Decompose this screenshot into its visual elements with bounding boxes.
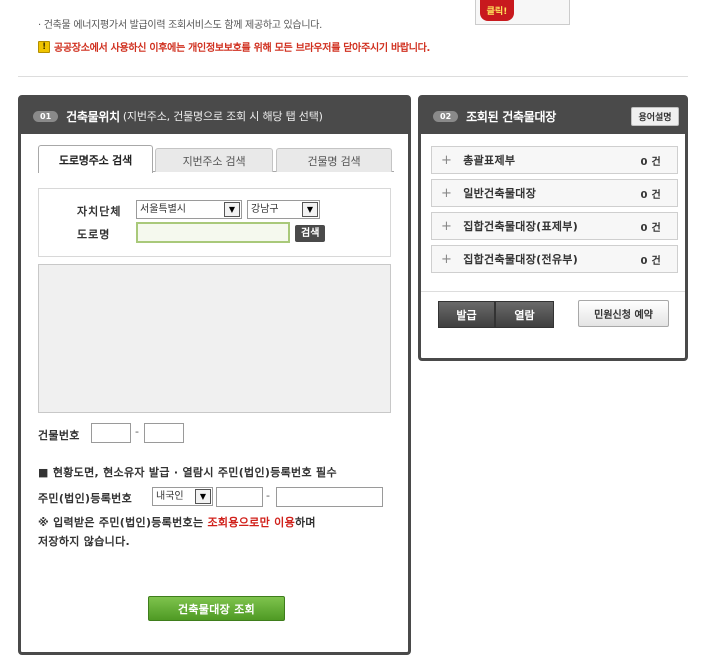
building-registry-lookup-button[interactable]: 건축물대장 조회: [148, 596, 285, 621]
panel-title: 건축물위치: [66, 109, 120, 124]
id-disclaimer: ※ 입력받은 주민(법인)등록번호는 조회용으로만 이용하며: [38, 513, 316, 533]
step-number: 01: [33, 110, 59, 122]
energy-notice: · 건축물 에너지평가서 발급이력 조회서비스도 함께 제공하고 있습니다.: [38, 20, 323, 31]
plus-icon: +: [441, 185, 453, 201]
tab-lot-address[interactable]: 지번주소 검색: [155, 148, 273, 172]
action-bar: 발급 열람 민원신청 예약: [421, 291, 685, 339]
registry-result-panel: 02 조회된 건축물대장 용어설명 + 총괄표제부 0 건 + 일반건축물대장 …: [418, 95, 688, 361]
id-front-input[interactable]: [216, 487, 263, 507]
building-location-panel: 01 건축물위치 (지번주소, 건물명으로 조회 시 해당 탭 선택) 도로명주…: [18, 95, 411, 655]
disclaimer-highlight: 조회용으로만 이용: [207, 516, 295, 529]
building-number-main-input[interactable]: [91, 423, 131, 443]
nationality-select[interactable]: 내국인 ▼: [152, 487, 213, 506]
panel-subtitle: (지번주소, 건물명으로 조회 시 해당 탭 선택): [122, 110, 323, 123]
registry-row[interactable]: + 집합건축물대장(전유부) 0 건: [431, 245, 678, 273]
warning-icon: !: [38, 40, 50, 53]
registry-row-label: 집합건축물대장(표제부): [463, 220, 579, 233]
civil-request-button[interactable]: 민원신청 예약: [578, 300, 669, 327]
city-select[interactable]: 서울특별시 ▼: [136, 200, 242, 219]
privacy-warning: ! 공공장소에서 사용하신 이후에는 개인정보보호를 위해 모든 브라우저를 닫…: [38, 39, 430, 54]
banner-image[interactable]: 클릭!: [475, 0, 570, 25]
registry-row-count: 0 건: [640, 189, 661, 201]
chevron-down-icon: ▼: [195, 489, 211, 504]
tab-building-name[interactable]: 건물명 검색: [276, 148, 392, 172]
road-name-input[interactable]: [136, 222, 290, 243]
district-select-value: 강남구: [251, 204, 279, 215]
click-badge: 클릭!: [480, 0, 514, 21]
dash: -: [266, 489, 270, 502]
glossary-button[interactable]: 용어설명: [631, 107, 679, 126]
road-search-box: 자치단체 서울특별시 ▼ 강남구 ▼ 도로명 검색: [38, 188, 391, 257]
plus-icon: +: [441, 152, 453, 168]
id-disclaimer-line2: 저장하지 않습니다.: [38, 535, 130, 548]
divider: [18, 76, 688, 77]
registry-row[interactable]: + 집합건축물대장(표제부) 0 건: [431, 212, 678, 240]
id-back-input[interactable]: [276, 487, 383, 507]
privacy-warning-text: 공공장소에서 사용하신 이후에는 개인정보보호를 위해 모든 브라우저를 닫아주…: [54, 43, 431, 54]
district-select[interactable]: 강남구 ▼: [247, 200, 320, 219]
registry-row[interactable]: + 총괄표제부 0 건: [431, 146, 678, 174]
dash: -: [135, 425, 139, 438]
building-number-label: 건물번호: [38, 429, 80, 442]
region-label: 자치단체: [77, 205, 122, 218]
disclaimer-text: ※ 입력받은 주민(법인)등록번호는: [38, 516, 208, 529]
registry-row-count: 0 건: [640, 156, 661, 168]
plus-icon: +: [441, 218, 453, 234]
road-results-list[interactable]: [38, 264, 391, 413]
id-number-label: 주민(법인)등록번호: [38, 492, 133, 505]
chevron-down-icon: ▼: [224, 202, 240, 217]
search-button[interactable]: 검색: [295, 225, 326, 242]
disclaimer-text-end: 하며: [295, 516, 316, 529]
road-name-label: 도로명: [77, 228, 111, 241]
plus-icon: +: [441, 251, 453, 267]
registry-row-count: 0 건: [640, 255, 661, 267]
view-button[interactable]: 열람: [495, 301, 554, 328]
registry-row[interactable]: + 일반건축물대장 0 건: [431, 179, 678, 207]
tab-road-address[interactable]: 도로명주소 검색: [38, 145, 153, 173]
issue-button[interactable]: 발급: [438, 301, 495, 328]
registry-row-count: 0 건: [640, 222, 661, 234]
registry-row-label: 집합건축물대장(전유부): [463, 253, 579, 266]
registry-row-label: 일반건축물대장: [463, 187, 537, 200]
nationality-select-value: 내국인: [156, 491, 184, 502]
building-number-sub-input[interactable]: [144, 423, 184, 443]
panel-header: 01 건축물위치 (지번주소, 건물명으로 조회 시 해당 탭 선택): [21, 98, 408, 134]
registry-row-label: 총괄표제부: [463, 154, 516, 167]
step-number: 02: [433, 110, 459, 122]
city-select-value: 서울특별시: [140, 204, 186, 215]
search-tabs: 도로명주소 검색 지번주소 검색 건물명 검색: [38, 145, 394, 173]
id-required-notice: ■ 현황도면, 현소유자 발급 · 열람시 주민(법인)등록번호 필수: [38, 466, 337, 479]
panel-title: 조회된 건축물대장: [466, 109, 556, 124]
chevron-down-icon: ▼: [302, 202, 318, 217]
